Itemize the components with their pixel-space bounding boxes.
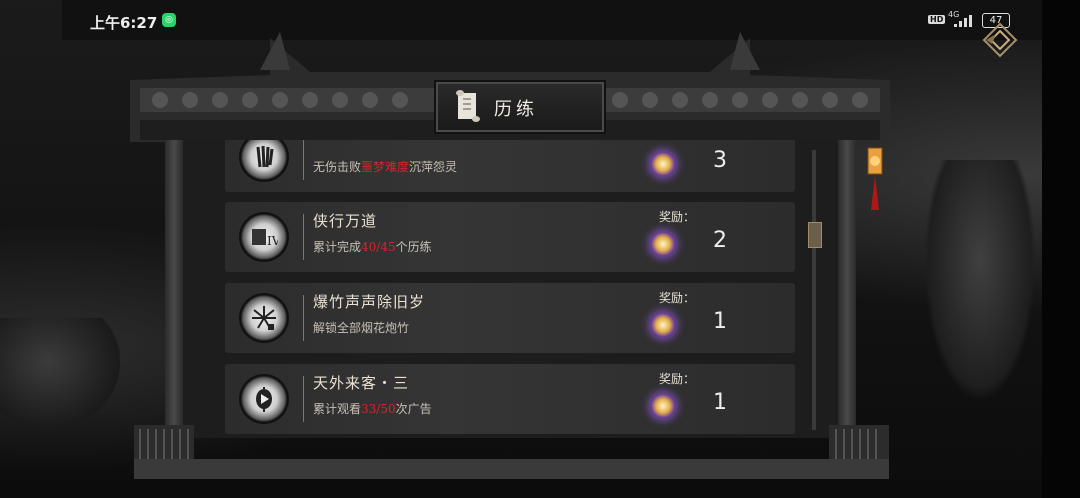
firework-icon bbox=[252, 306, 276, 330]
achievement-desc: 累计完成40/45个历练 bbox=[313, 238, 432, 255]
claw-icon bbox=[256, 145, 274, 168]
desc-text: 累计完成 bbox=[313, 240, 362, 254]
title-board: 历练 bbox=[436, 82, 604, 132]
scrollbar-track[interactable] bbox=[812, 150, 816, 430]
reward-label: 奖励： bbox=[659, 210, 696, 224]
reward-count: 1 bbox=[713, 309, 727, 334]
reward-count: 1 bbox=[713, 390, 727, 415]
desc-highlight: 噩梦难度 bbox=[361, 160, 410, 174]
reward-coin-icon bbox=[651, 313, 675, 337]
achievement-badge: IV bbox=[241, 214, 287, 260]
desc-text: 沉萍怨灵 bbox=[409, 160, 458, 174]
desc-text: 累计观看 bbox=[313, 402, 362, 416]
row-divider bbox=[303, 295, 304, 341]
scroll-icon bbox=[456, 90, 480, 122]
achievement-panel[interactable]: 无伤击败噩梦难度沉萍怨灵 3 IV 侠行万道 累计完成40/45个历练 奖励： … bbox=[183, 140, 838, 438]
achievement-title: 侠行万道 bbox=[313, 212, 378, 230]
reward-coin-icon bbox=[651, 394, 675, 418]
hd-badge: HD bbox=[928, 15, 946, 24]
desc-text: 解锁全部烟花炮竹 bbox=[313, 321, 410, 335]
reward-coin-icon bbox=[651, 152, 675, 176]
svg-text:IV: IV bbox=[267, 234, 278, 248]
achievement-desc: 累计观看33/50次广告 bbox=[313, 400, 432, 417]
game-logo-icon[interactable] bbox=[982, 22, 1018, 58]
chat-notification-icon: ◎ bbox=[162, 13, 176, 27]
achievement-badge bbox=[241, 140, 287, 180]
screen-edge bbox=[1042, 0, 1080, 498]
rock-decoration-left bbox=[0, 318, 120, 428]
reward-coin-icon bbox=[651, 232, 675, 256]
rock-decoration-right bbox=[920, 160, 1040, 410]
desc-text: 个历练 bbox=[395, 240, 432, 254]
achievement-title: 爆竹声声除旧岁 bbox=[313, 293, 426, 311]
reward-count: 2 bbox=[713, 228, 727, 253]
row-divider bbox=[303, 214, 304, 260]
row-divider bbox=[303, 376, 304, 422]
pillar-right bbox=[838, 140, 856, 460]
reward-count: 3 bbox=[713, 148, 727, 173]
achievement-desc: 解锁全部烟花炮竹 bbox=[313, 319, 409, 336]
scrollbar-thumb[interactable] bbox=[808, 222, 822, 248]
achievement-row[interactable]: IV 侠行万道 累计完成40/45个历练 奖励： 2 bbox=[225, 202, 795, 272]
achievement-title: 天外来客・三 bbox=[313, 374, 410, 392]
achievement-badge bbox=[241, 376, 287, 422]
achievement-badge bbox=[241, 295, 287, 341]
books-iv-icon: IV bbox=[252, 229, 278, 248]
desc-highlight: 33/50 bbox=[361, 402, 396, 416]
pillar-left bbox=[165, 140, 183, 460]
lantern-icon bbox=[867, 147, 883, 210]
desc-text: 无伤击败 bbox=[313, 160, 362, 174]
video-lantern-icon bbox=[256, 387, 272, 412]
desc-text: 次广告 bbox=[395, 402, 432, 416]
reward-label: 奖励： bbox=[659, 372, 696, 386]
reward-label: 奖励： bbox=[659, 291, 696, 305]
achievement-row[interactable]: 天外来客・三 累计观看33/50次广告 奖励： 1 bbox=[225, 364, 795, 434]
balcony-railing bbox=[134, 425, 889, 479]
achievement-row[interactable]: 爆竹声声除旧岁 解锁全部烟花炮竹 奖励： 1 bbox=[225, 283, 795, 353]
row-divider bbox=[303, 140, 304, 180]
signal-icon bbox=[954, 15, 972, 27]
achievement-row[interactable]: 无伤击败噩梦难度沉萍怨灵 3 bbox=[225, 140, 795, 192]
page-title: 历练 bbox=[494, 99, 538, 120]
desc-highlight: 40/45 bbox=[361, 240, 396, 254]
achievement-desc: 无伤击败噩梦难度沉萍怨灵 bbox=[313, 158, 457, 175]
